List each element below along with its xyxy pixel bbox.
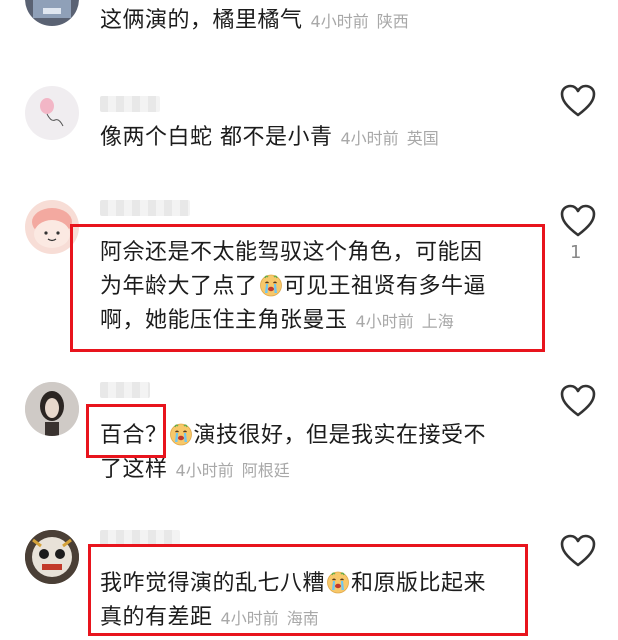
user-avatar-partial-icon [33,0,71,18]
comment-segment: 了这样 [100,457,168,482]
like-heart-icon[interactable] [560,534,596,568]
comment-content: 这俩演的，橘里橘气 [100,8,303,33]
crying-face-emoji-icon [169,422,193,446]
highlight-box [70,224,545,352]
girl-photo-avatar-icon [25,382,79,436]
comment-time: 4小时前 [340,129,399,148]
highlight-box [86,404,166,458]
lion-dance-avatar-icon [25,530,79,584]
username-blurred[interactable] [100,200,190,216]
comment-text: 这俩演的，橘里橘气 4小时前 陕西 [100,4,409,39]
comment-location: 陕西 [376,12,409,31]
like-count: 1 [570,242,582,263]
username-blurred[interactable] [100,96,160,112]
user-avatar[interactable] [25,382,79,436]
balloon-avatar-icon [40,98,64,127]
user-avatar[interactable] [25,0,79,26]
comment-time: 4小时前 [310,12,369,31]
comment-location: 阿根廷 [241,461,290,480]
highlight-box [88,544,528,636]
comment-segment: 演技很好，但是我实在接受不 [193,423,487,448]
username-blurred[interactable] [100,382,150,398]
like-heart-icon[interactable] [560,204,596,238]
comment-content: 像两个白蛇 都不是小青 [100,125,333,150]
comment-time: 4小时前 [175,461,234,480]
user-avatar[interactable] [25,530,79,584]
user-avatar[interactable] [25,86,79,140]
comment-location: 英国 [406,129,439,148]
like-heart-icon[interactable] [560,384,596,418]
comment-text: 像两个白蛇 都不是小青 4小时前 英国 [100,121,439,156]
like-heart-icon[interactable] [560,84,596,118]
comment-line: 了这样 4小时前 阿根廷 [100,453,486,488]
